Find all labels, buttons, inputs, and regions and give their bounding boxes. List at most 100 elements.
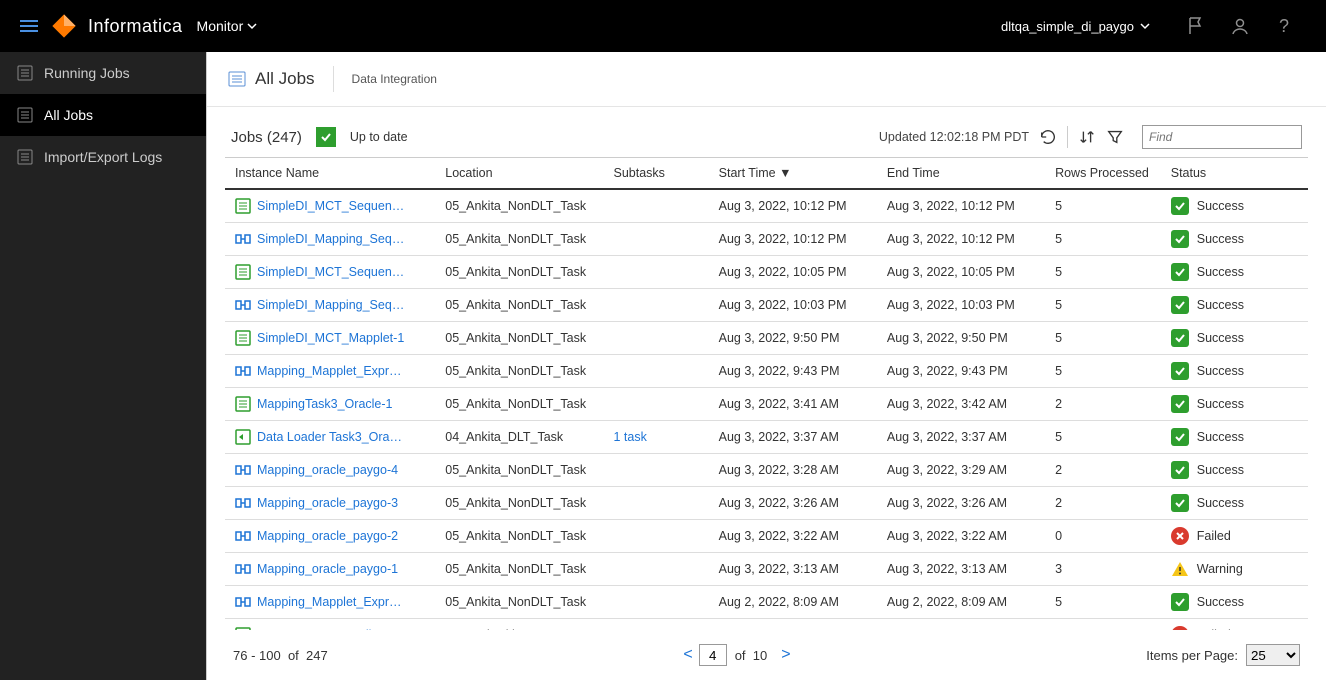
end-time-cell: Aug 3, 2022, 3:22 AM	[877, 520, 1045, 553]
instance-name-cell[interactable]: Data Loader Task3_Oracle-1	[225, 421, 435, 454]
subtasks-cell	[604, 520, 709, 553]
col-rows[interactable]: Rows Processed	[1045, 158, 1161, 190]
instance-name-cell[interactable]: Mapping_oracle_paygo-2	[225, 520, 435, 553]
table-row[interactable]: Mapping_Mapplet_Expres...05_Ankita_NonDL…	[225, 586, 1308, 619]
task-type-icon	[235, 330, 251, 346]
end-time-cell: Aug 3, 2022, 10:12 PM	[877, 189, 1045, 223]
warning-icon	[1171, 560, 1189, 578]
start-time-cell: Aug 3, 2022, 3:37 AM	[709, 421, 877, 454]
sidebar: Running JobsAll JobsImport/Export Logs	[0, 52, 206, 680]
table-row[interactable]: Mapping_Mapplet_Expres...05_Ankita_NonDL…	[225, 355, 1308, 388]
start-time-cell: Aug 3, 2022, 9:50 PM	[709, 322, 877, 355]
list-icon	[227, 69, 247, 89]
table-row[interactable]: SimpleDI_MCT_Mapplet-105_Ankita_NonDLT_T…	[225, 322, 1308, 355]
table-row[interactable]: DLT_ORACLE_mutlisrc-8Created_with_Data_L…	[225, 619, 1308, 631]
task-type-icon	[235, 561, 251, 577]
location-cell: 05_Ankita_NonDLT_Task	[435, 388, 603, 421]
status-cell: Success	[1161, 256, 1308, 289]
rows-processed-cell: 2	[1045, 487, 1161, 520]
instance-name-cell[interactable]: SimpleDI_MCT_Sequence-1	[225, 256, 435, 289]
end-time-cell: Aug 3, 2022, 10:03 PM	[877, 289, 1045, 322]
rows-processed-cell: 5	[1045, 289, 1161, 322]
table-row[interactable]: Mapping_oracle_paygo-205_Ankita_NonDLT_T…	[225, 520, 1308, 553]
instance-name-cell[interactable]: Mapping_oracle_paygo-3	[225, 487, 435, 520]
page-header: All Jobs Data Integration	[207, 52, 1326, 107]
toolbar: Jobs (247) Up to date Updated 12:02:18 P…	[207, 107, 1326, 157]
subtasks-link[interactable]: 1 task	[614, 430, 647, 444]
instance-name-cell[interactable]: Mapping_oracle_paygo-4	[225, 454, 435, 487]
end-time-cell: Aug 3, 2022, 9:50 PM	[877, 322, 1045, 355]
table-row[interactable]: SimpleDI_Mapping_Seque...05_Ankita_NonDL…	[225, 223, 1308, 256]
status-cell: Failed	[1161, 520, 1308, 553]
sidebar-item-import-export-logs[interactable]: Import/Export Logs	[0, 136, 206, 178]
user-icon[interactable]	[1230, 16, 1250, 36]
table-row[interactable]: MappingTask3_Oracle-105_Ankita_NonDLT_Ta…	[225, 388, 1308, 421]
location-cell: 04_Ankita_DLT_Task	[435, 421, 603, 454]
page-icon	[16, 106, 34, 124]
rows-processed-cell: 5	[1045, 223, 1161, 256]
next-page-button[interactable]: >	[775, 646, 796, 664]
hamburger-menu[interactable]	[20, 20, 38, 32]
page-input[interactable]	[699, 644, 727, 666]
app-selector[interactable]: Monitor	[197, 18, 258, 34]
col-status[interactable]: Status	[1161, 158, 1308, 190]
col-location[interactable]: Location	[435, 158, 603, 190]
success-icon	[1171, 230, 1189, 248]
prev-page-button[interactable]: <	[677, 646, 698, 664]
col-end[interactable]: End Time	[877, 158, 1045, 190]
col-subtasks[interactable]: Subtasks	[604, 158, 709, 190]
status-cell: Success	[1161, 388, 1308, 421]
table-row[interactable]: Data Loader Task3_Oracle-104_Ankita_DLT_…	[225, 421, 1308, 454]
table-row[interactable]: SimpleDI_MCT_Sequence-105_Ankita_NonDLT_…	[225, 256, 1308, 289]
start-time-cell: Aug 2, 2022, 8:09 AM	[709, 586, 877, 619]
instance-name-cell[interactable]: SimpleDI_MCT_Mapplet-1	[225, 322, 435, 355]
flag-icon[interactable]	[1186, 16, 1206, 36]
col-instance[interactable]: Instance Name	[225, 158, 435, 190]
refresh-icon[interactable]	[1039, 128, 1057, 146]
table-row[interactable]: SimpleDI_MCT_Sequence-205_Ankita_NonDLT_…	[225, 189, 1308, 223]
chevron-down-icon	[247, 21, 257, 31]
jobs-grid: Instance Name Location Subtasks Start Ti…	[207, 157, 1326, 630]
location-cell: 05_Ankita_NonDLT_Task	[435, 322, 603, 355]
instance-name-cell[interactable]: SimpleDI_Mapping_Seque...	[225, 289, 435, 322]
sort-icon[interactable]	[1078, 128, 1096, 146]
end-time-cell: Aug 3, 2022, 3:37 AM	[877, 421, 1045, 454]
instance-name-cell[interactable]: MappingTask3_Oracle-1	[225, 388, 435, 421]
task-type-icon	[235, 429, 251, 445]
page-range: 76 - 100 of 247	[233, 648, 328, 663]
table-row[interactable]: SimpleDI_Mapping_Seque...05_Ankita_NonDL…	[225, 289, 1308, 322]
instance-name-cell[interactable]: SimpleDI_Mapping_Seque...	[225, 223, 435, 256]
end-time-cell: Aug 3, 2022, 10:05 PM	[877, 256, 1045, 289]
instance-name-cell[interactable]: SimpleDI_MCT_Sequence-2	[225, 189, 435, 223]
pagination-bar: 76 - 100 of 247 < of 10 > Items per Page…	[207, 630, 1326, 680]
table-row[interactable]: Mapping_oracle_paygo-405_Ankita_NonDLT_T…	[225, 454, 1308, 487]
rows-processed-cell: 2	[1045, 454, 1161, 487]
subtasks-cell	[604, 355, 709, 388]
org-selector[interactable]: dltqa_simple_di_paygo	[1001, 19, 1150, 34]
table-row[interactable]: Mapping_oracle_paygo-305_Ankita_NonDLT_T…	[225, 487, 1308, 520]
instance-name-cell[interactable]: Mapping_oracle_paygo-1	[225, 553, 435, 586]
location-cell: 05_Ankita_NonDLT_Task	[435, 520, 603, 553]
instance-name-cell[interactable]: Mapping_Mapplet_Expres...	[225, 355, 435, 388]
status-cell: Success	[1161, 223, 1308, 256]
uptodate-indicator	[316, 127, 336, 147]
col-start[interactable]: Start Time ▼	[709, 158, 877, 190]
find-input[interactable]	[1142, 125, 1302, 149]
success-icon	[1171, 593, 1189, 611]
task-type-icon	[235, 396, 251, 412]
rows-processed-cell: 5	[1045, 189, 1161, 223]
sidebar-item-running-jobs[interactable]: Running Jobs	[0, 52, 206, 94]
items-per-page-select[interactable]: 25	[1246, 644, 1300, 666]
instance-name-cell[interactable]: Mapping_Mapplet_Expres...	[225, 586, 435, 619]
sidebar-item-all-jobs[interactable]: All Jobs	[0, 94, 206, 136]
jobs-count-label: Jobs (247)	[231, 129, 302, 146]
end-time-cell: Aug 3, 2022, 3:26 AM	[877, 487, 1045, 520]
filter-icon[interactable]	[1106, 128, 1124, 146]
status-cell: Success	[1161, 322, 1308, 355]
table-row[interactable]: Mapping_oracle_paygo-105_Ankita_NonDLT_T…	[225, 553, 1308, 586]
instance-name-cell[interactable]: DLT_ORACLE_mutlisrc-8	[225, 619, 435, 631]
subtasks-cell	[604, 487, 709, 520]
help-icon[interactable]: ?	[1274, 16, 1294, 36]
task-type-icon	[235, 462, 251, 478]
success-icon	[1171, 461, 1189, 479]
